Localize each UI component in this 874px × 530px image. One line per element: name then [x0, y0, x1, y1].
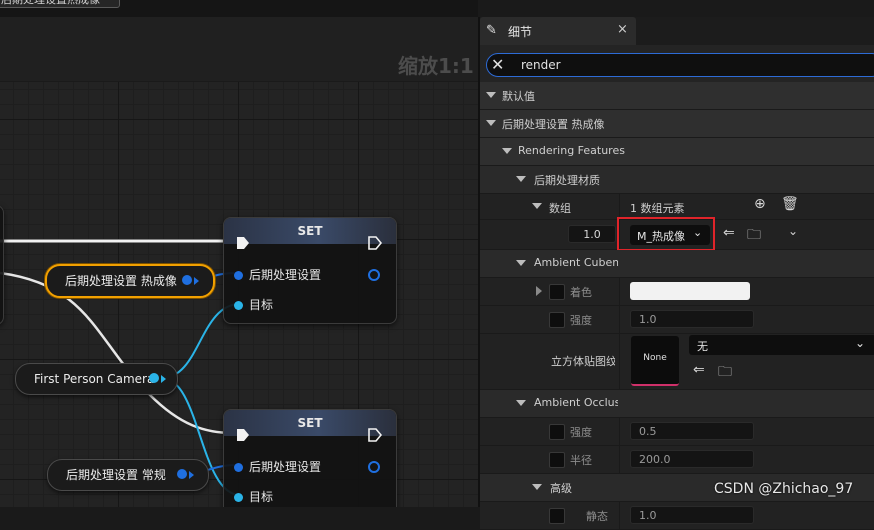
var-node-pp-normal[interactable]: 后期处理设置 常规 [47, 459, 209, 491]
trash-icon[interactable]: 🗑 [781, 196, 799, 212]
component-pin-icon[interactable] [234, 301, 243, 310]
browse-folder-icon[interactable]: 🗀 [718, 361, 732, 385]
component-pin-icon[interactable] [234, 493, 243, 502]
row-cubemap-texture: 立方体贴图纹理 None 无 ⌄ ⇐ 🗀 [480, 334, 874, 390]
override-checkbox[interactable] [549, 424, 565, 440]
exec-in-pin[interactable] [236, 428, 250, 442]
row-intensity: 强度 1.0 [480, 306, 874, 334]
pin-arrow-icon [189, 471, 194, 479]
intensity-field[interactable]: 1.0 [630, 310, 754, 328]
pencil-icon: ✎ [486, 23, 497, 38]
expand-arrow-icon[interactable] [486, 120, 496, 126]
column-divider [619, 446, 620, 473]
chevron-down-icon: ⌄ [693, 226, 703, 239]
use-selected-icon[interactable]: ⇐ [693, 362, 705, 378]
texture-dropdown[interactable]: 无 ⌄ [689, 335, 874, 355]
search-box[interactable]: ✕ [486, 53, 874, 77]
pin-arrow-icon [194, 277, 199, 285]
object-pin-icon[interactable] [234, 463, 243, 472]
expand-arrow-icon[interactable] [502, 148, 512, 154]
set-node-1-pin-value[interactable]: 后期处理设置 [234, 266, 321, 283]
set-node-2[interactable]: SET 后期处理设置 目标 [223, 409, 397, 507]
close-icon[interactable]: × [617, 22, 628, 37]
tint-color-swatch[interactable] [630, 282, 750, 300]
expand-arrow-icon[interactable] [516, 260, 526, 266]
search-input[interactable] [519, 55, 823, 75]
chevron-down-icon: ⌄ [855, 336, 866, 350]
expand-arrow-icon[interactable] [486, 92, 496, 98]
column-divider [619, 418, 620, 445]
weight-field[interactable]: 1.0 [568, 225, 616, 243]
column-divider [619, 194, 620, 219]
set-node-2-pin-target[interactable]: 目标 [234, 488, 273, 505]
texture-thumbnail[interactable]: None [631, 336, 679, 386]
static-fraction-field[interactable]: 1.0 [630, 506, 754, 524]
column-divider [619, 306, 620, 333]
ao-intensity-field[interactable]: 0.5 [630, 422, 754, 440]
category-pp-materials[interactable]: 后期处理材质 [480, 166, 874, 194]
output-pin-icon[interactable] [368, 269, 380, 281]
set-node-1-pin-target[interactable]: 目标 [234, 296, 273, 313]
category-pp-thermal[interactable]: 后期处理设置 热成像 [480, 110, 874, 138]
offscreen-node[interactable] [0, 205, 4, 325]
add-element-icon[interactable]: ⊕ [754, 196, 766, 212]
column-divider [619, 334, 620, 389]
object-pin-icon[interactable] [234, 271, 243, 280]
override-checkbox[interactable] [549, 284, 565, 300]
use-selected-icon[interactable]: ⇐ [723, 225, 735, 241]
exec-out-pin[interactable] [368, 236, 382, 250]
var-node-first-person-camera[interactable]: First Person Camera [15, 363, 178, 395]
row-static-fraction: 静态 1.0 [480, 502, 874, 530]
details-panel: ✎ 细节 × ✕ 默认值 后期处理设置 热成像 Rendering Featur… [478, 17, 874, 530]
category-ambient-cubemap[interactable]: Ambient Cubemap [480, 250, 874, 278]
details-body: ✕ 默认值 后期处理设置 热成像 Rendering Features 后期处理… [480, 45, 874, 530]
set-node-2-pin-value[interactable]: 后期处理设置 [234, 458, 321, 475]
category-rendering-features[interactable]: Rendering Features [480, 138, 874, 166]
blueprint-graph[interactable]: 后期处理设置热成像 缩放1:1 SET 后期处理设置 目标 SET 后期处理设置… [0, 0, 478, 507]
override-checkbox[interactable] [549, 452, 565, 468]
column-divider [619, 502, 620, 529]
expand-arrow-icon[interactable] [532, 203, 542, 209]
override-checkbox[interactable] [549, 508, 565, 524]
category-ambient-occlusion[interactable]: Ambient Occlusion [480, 390, 874, 418]
details-tab[interactable]: ✎ 细节 × [480, 17, 636, 45]
column-divider [619, 278, 620, 305]
set-node-1[interactable]: SET 后期处理设置 目标 [223, 217, 397, 324]
browse-folder-icon[interactable]: 🗀 [747, 224, 761, 248]
material-dropdown[interactable]: M_热成像 ⌄ [630, 225, 710, 245]
row-ao-radius: 半径 200.0 [480, 446, 874, 474]
object-pin-icon[interactable] [182, 275, 192, 285]
clear-search-icon[interactable]: ✕ [491, 54, 504, 76]
row-ao-intensity: 强度 0.5 [480, 418, 874, 446]
var-node-pp-thermal[interactable]: 后期处理设置 热成像 [45, 264, 215, 298]
exec-in-pin[interactable] [236, 236, 250, 250]
pin-arrow-icon [161, 375, 166, 383]
override-checkbox[interactable] [549, 312, 565, 328]
category-default[interactable]: 默认值 [480, 82, 874, 110]
row-array-element: 1.0 M_热成像 ⌄ ⇐ 🗀 ⌄ [480, 217, 874, 251]
exec-out-pin[interactable] [368, 428, 382, 442]
row-tint: 着色 [480, 278, 874, 306]
expand-arrow-icon[interactable] [516, 400, 526, 406]
chevron-down-icon[interactable]: ⌄ [788, 224, 798, 238]
watermark: CSDN @Zhichao_97 [714, 481, 854, 497]
expand-arrow-icon[interactable] [516, 176, 526, 182]
expand-arrow-icon[interactable] [536, 286, 542, 296]
component-pin-icon[interactable] [149, 373, 159, 383]
ao-radius-field[interactable]: 200.0 [630, 450, 754, 468]
object-pin-icon[interactable] [177, 469, 187, 479]
details-tab-title: 细节 [508, 25, 533, 39]
expand-arrow-icon[interactable] [532, 484, 542, 490]
output-pin-icon[interactable] [368, 461, 380, 473]
